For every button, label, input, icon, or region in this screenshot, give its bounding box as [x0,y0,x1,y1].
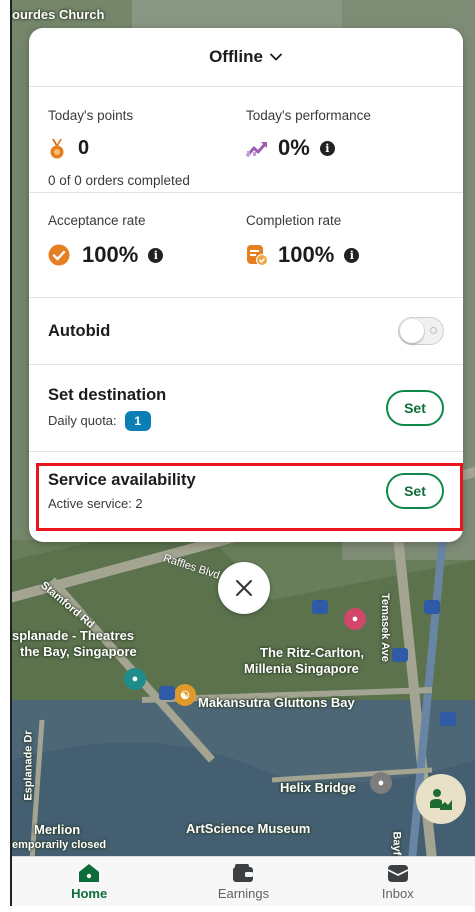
bus-stop-icon [159,686,175,700]
nav-earnings-label: Earnings [217,886,270,901]
map-label-theatres-line1: splanade - Theatres [12,628,135,643]
stats-section-today: Today's points 0 Today's performance 0% … [29,87,463,193]
quota-badge: 1 [124,410,151,431]
completion-value: 100% [278,242,335,267]
destination-row: Set destination Daily quota: 1 Set [29,365,463,452]
map-label-artscience: ArtScience Museum [186,821,311,836]
close-icon [236,580,252,596]
map-label-merlion: Merlion [34,822,81,837]
performance-stat: Today's performance 0% i [246,108,444,161]
bus-stop-icon [392,648,408,662]
nav-earnings[interactable]: Earnings [166,857,320,906]
map-label-church: ourdes Church [12,7,105,22]
completed-list-icon [247,245,268,266]
acceptance-info-icon[interactable]: i [148,247,164,263]
bus-stop-icon [312,600,328,614]
set-destination-button[interactable]: Set [386,390,444,426]
points-label: Today's points [48,108,134,123]
trend-chart-icon [246,142,268,157]
map-label-ritz-line2: Millenia Singapore [244,661,359,676]
map-person-icon [430,789,452,810]
performance-value: 0% [278,135,310,160]
nav-home-label: Home [71,886,108,901]
nav-inbox-label: Inbox [381,886,414,901]
daily-quota-label: Daily quota: [48,413,117,428]
map-label-esplanade-dr: Esplanade Dr [22,730,35,801]
wallet-icon [233,864,254,882]
map-label-merlion-status: emporarily closed [12,839,107,851]
nav-home[interactable]: Home [12,857,166,906]
acceptance-value: 100% [82,242,139,267]
map-label-temasek-ave: Temasek Ave [378,593,391,662]
map-label-helix-bridge: Helix Bridge [280,780,356,795]
completion-info-icon[interactable]: i [344,247,360,263]
performance-label: Today's performance [246,108,371,123]
status-dropdown[interactable]: Offline [29,28,463,87]
check-circle-icon [48,244,70,266]
acceptance-stat: Acceptance rate 100% i [48,213,246,268]
points-value: 0 [78,137,90,159]
close-button[interactable] [218,562,270,614]
performance-info-icon[interactable]: i [319,140,335,156]
map-label-ritz-line1: The Ritz-Carlton, [260,645,364,660]
completion-label: Completion rate [246,213,342,228]
hotel-pin-icon[interactable]: ● [344,608,366,630]
chevron-down-icon [270,53,282,61]
autobid-label: Autobid [48,321,111,340]
landmark-pin-icon[interactable]: ● [370,772,392,794]
bottom-navigation: Home Earnings Inbox [12,856,475,906]
autobid-row: Autobid [29,298,463,365]
highlight-box [36,463,463,531]
autobid-toggle[interactable] [398,317,444,345]
inbox-icon [387,865,409,882]
bus-stop-icon [424,600,440,614]
map-label-theatres-line2: the Bay, Singapore [20,644,137,659]
nav-inbox[interactable]: Inbox [321,857,475,906]
completion-stat: Completion rate 100% i [246,213,444,268]
acceptance-label: Acceptance rate [48,213,146,228]
phone-frame: ourdes Church Raffles Blvd Stamford Rd T… [10,0,475,906]
status-label: Offline [209,47,263,66]
map-pin-icon[interactable]: ● [124,668,146,690]
medal-icon [50,138,64,158]
home-icon [79,864,100,882]
destination-title: Set destination [48,385,167,404]
map-label-makansutra: Makansutra Gluttons Bay [198,695,355,710]
stats-section-rates: Acceptance rate 100% i Completion rate 1… [29,193,463,298]
orders-completed-text: 0 of 0 orders completed [48,173,190,188]
map-mode-button[interactable] [416,774,466,824]
bus-stop-icon [440,712,456,726]
points-stat: Today's points 0 [48,108,246,161]
restaurant-pin-icon[interactable]: ☯ [174,684,196,706]
